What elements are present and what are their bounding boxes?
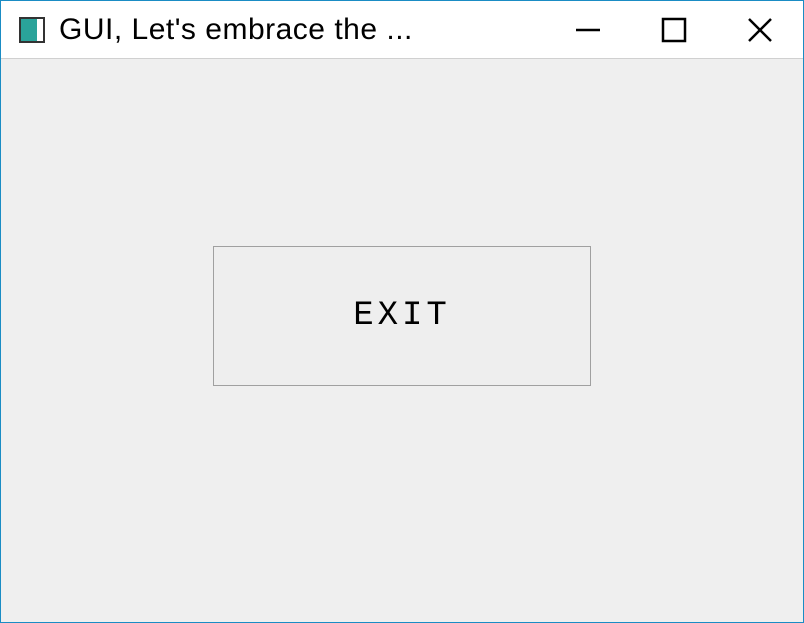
maximize-icon — [660, 16, 688, 44]
minimize-button[interactable] — [545, 1, 631, 58]
application-window: GUI, Let's embrace the ... EXIT — [0, 0, 804, 623]
close-icon — [745, 15, 775, 45]
exit-button[interactable]: EXIT — [213, 246, 591, 386]
content-wrap: EXIT — [1, 246, 803, 386]
titlebar[interactable]: GUI, Let's embrace the ... — [1, 1, 803, 59]
close-button[interactable] — [717, 1, 803, 58]
minimize-icon — [573, 15, 603, 45]
client-area: EXIT — [1, 59, 803, 622]
window-title: GUI, Let's embrace the ... — [59, 13, 413, 47]
app-icon — [19, 17, 45, 43]
maximize-button[interactable] — [631, 1, 717, 58]
window-controls — [545, 1, 803, 58]
